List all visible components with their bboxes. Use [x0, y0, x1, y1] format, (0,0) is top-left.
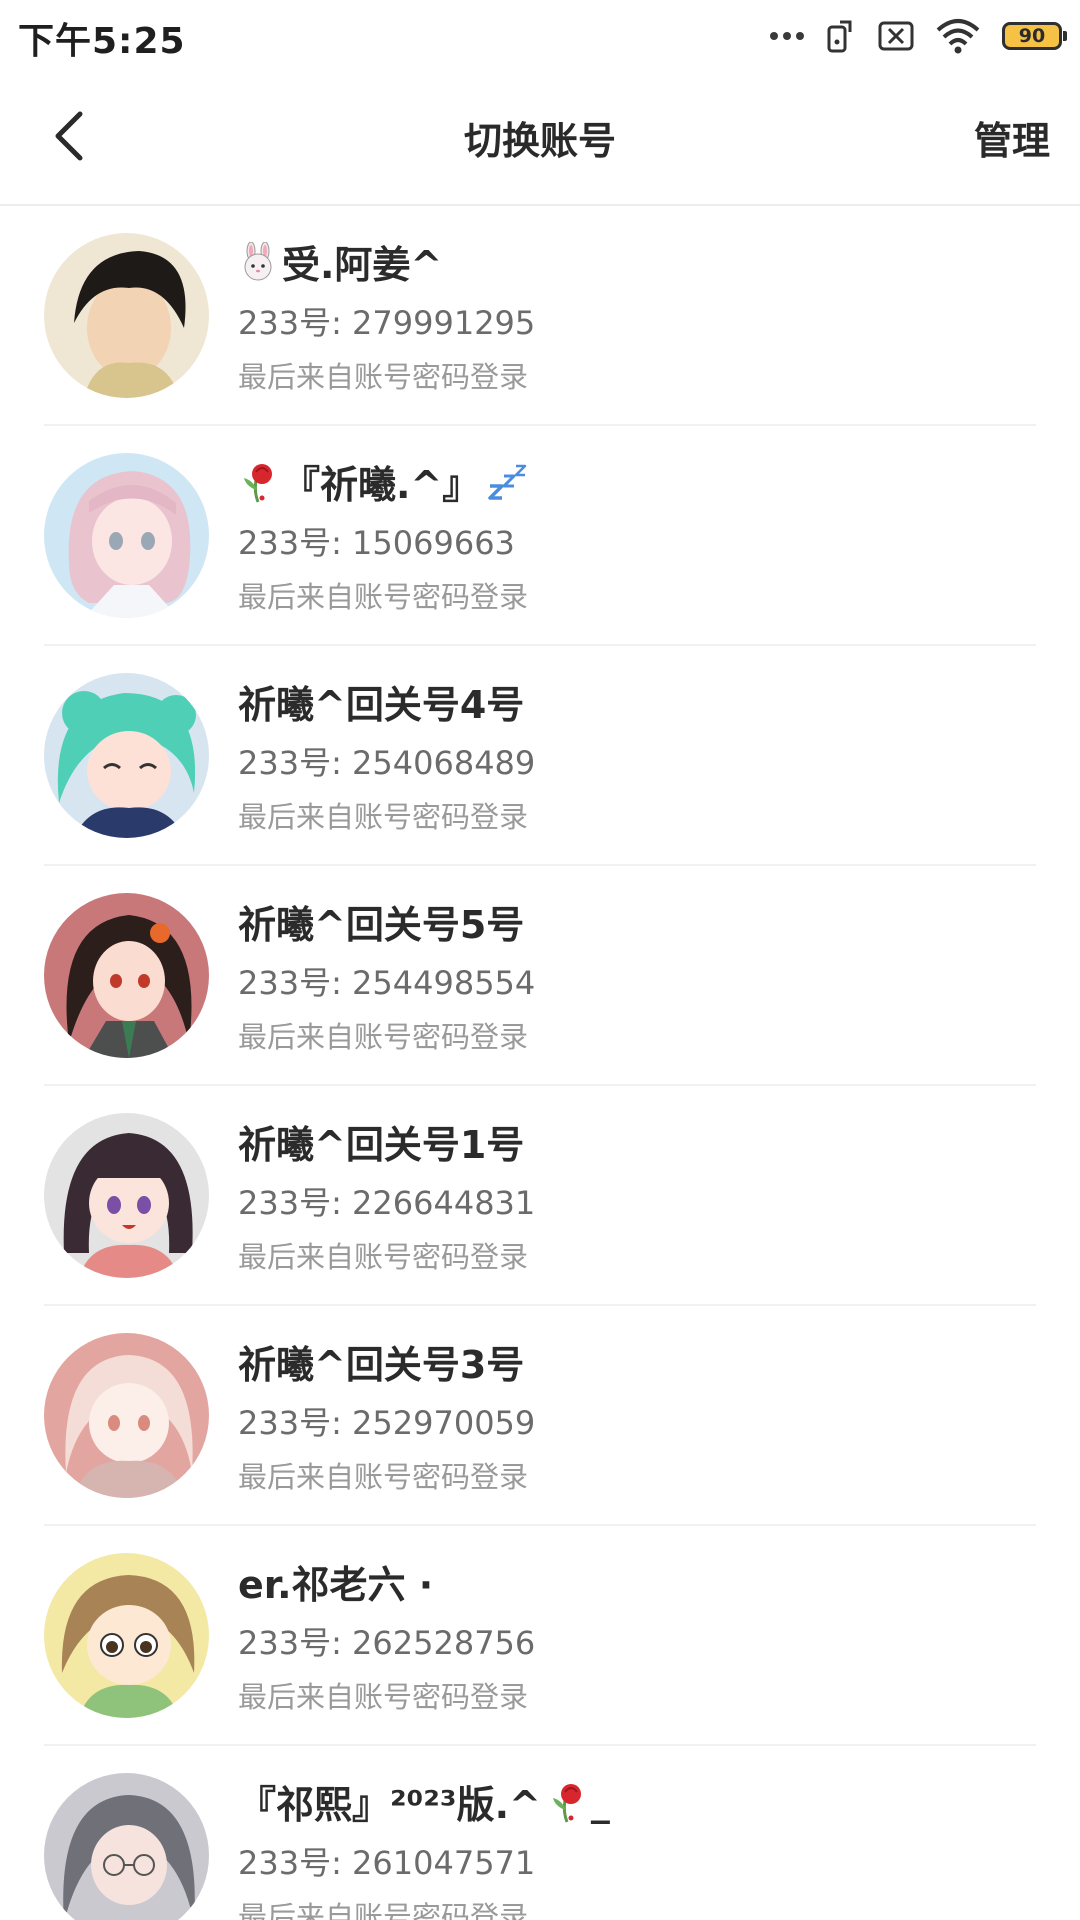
account-name-text: 『祁熙』²⁰²³版.^	[238, 1783, 541, 1827]
rose-emoji-icon	[547, 1780, 587, 1824]
status-icons: 90	[770, 16, 1067, 56]
account-name-text: 祈曦^回关号5号	[238, 903, 525, 947]
account-name: er.祁老六 ·	[238, 1554, 433, 1609]
page-title: 切换账号	[463, 119, 616, 163]
account-name: 『祈曦.^』	[238, 454, 534, 509]
account-name-text: 祈曦^回关号1号	[238, 1123, 525, 1167]
account-name: 祈曦^回关号1号	[238, 1114, 524, 1169]
account-login-source: 最后来自账号密码登录	[238, 360, 529, 394]
account-name-text: 受.阿姜^	[282, 243, 443, 287]
account-name-text: er.祁老六 ·	[238, 1563, 434, 1607]
account-name: 祈曦^回关号5号	[238, 894, 524, 949]
account-name: 『祁熙』²⁰²³版.^ _	[238, 1774, 610, 1829]
account-id: 233号: 261047571	[238, 1844, 536, 1882]
account-name: 受.阿姜^	[238, 234, 442, 289]
account-name-text: 祈曦^回关号4号	[238, 683, 525, 727]
account-item[interactable]: 受.阿姜^ 233号: 279991295 最后来自账号密码登录	[44, 206, 1036, 426]
account-id: 233号: 262528756	[238, 1624, 536, 1662]
account-id: 233号: 252970059	[238, 1404, 536, 1442]
account-login-source: 最后来自账号密码登录	[238, 1460, 529, 1494]
account-id: 233号: 15069663	[238, 524, 515, 562]
account-item[interactable]: 祈曦^回关号4号 233号: 254068489 最后来自账号密码登录	[44, 646, 1036, 866]
account-login-source: 最后来自账号密码登录	[238, 1240, 529, 1274]
account-item[interactable]: 『祁熙』²⁰²³版.^ _ 233号: 261047571 最后来自账号密码登录	[44, 1746, 1036, 1920]
account-list: 受.阿姜^ 233号: 279991295 最后来自账号密码登录 『祈曦.^』 …	[0, 206, 1080, 1920]
account-name-suffix: _	[590, 1779, 610, 1824]
account-login-source: 最后来自账号密码登录	[238, 1020, 529, 1054]
avatar	[44, 893, 209, 1058]
screen-rotate-icon	[827, 20, 852, 53]
avatar	[44, 1553, 209, 1718]
account-item[interactable]: 『祈曦.^』 233号: 15069663 最后来自账号密码登录	[44, 426, 1036, 646]
zzz-emoji-icon	[486, 462, 530, 502]
avatar	[44, 1113, 209, 1278]
account-id: 233号: 254068489	[238, 744, 536, 782]
account-name: 祈曦^回关号3号	[238, 1334, 524, 1389]
rabbit-emoji-icon	[238, 241, 278, 282]
header: 切换账号 管理	[0, 70, 1080, 206]
account-login-source: 最后来自账号密码登录	[238, 580, 529, 614]
account-name-text: 『祈曦.^』	[282, 463, 481, 507]
switch-account-screen: 下午5:25 90 切换账号 管理 受.阿姜^ 233号: 279991295 …	[0, 0, 1080, 1920]
account-item[interactable]: 祈曦^回关号3号 233号: 252970059 最后来自账号密码登录	[44, 1306, 1036, 1526]
account-login-source: 最后来自账号密码登录	[238, 1680, 529, 1714]
manage-button[interactable]: 管理	[974, 110, 1050, 165]
avatar	[44, 673, 209, 838]
avatar	[44, 1333, 209, 1498]
account-item[interactable]: 祈曦^回关号5号 233号: 254498554 最后来自账号密码登录	[44, 866, 1036, 1086]
status-bar: 下午5:25 90	[0, 0, 1080, 70]
account-name: 祈曦^回关号4号	[238, 674, 524, 729]
account-name-text: 祈曦^回关号3号	[238, 1343, 525, 1387]
account-item[interactable]: 祈曦^回关号1号 233号: 226644831 最后来自账号密码登录	[44, 1086, 1036, 1306]
account-id: 233号: 226644831	[238, 1184, 536, 1222]
wifi-icon	[936, 19, 980, 54]
account-id: 233号: 279991295	[238, 304, 536, 342]
account-login-source: 最后来自账号密码登录	[238, 1900, 529, 1920]
account-id: 233号: 254498554	[238, 964, 536, 1002]
avatar	[44, 233, 209, 398]
account-login-source: 最后来自账号密码登录	[238, 800, 529, 834]
rose-emoji-icon	[238, 460, 278, 504]
battery-icon: 90	[1002, 22, 1067, 50]
avatar	[44, 1773, 209, 1920]
more-dots-icon	[770, 32, 804, 40]
status-time: 下午5:25	[18, 21, 186, 62]
sim-off-icon	[878, 21, 914, 51]
battery-level: 90	[1018, 24, 1046, 47]
avatar	[44, 453, 209, 618]
account-item[interactable]: er.祁老六 · 233号: 262528756 最后来自账号密码登录	[44, 1526, 1036, 1746]
